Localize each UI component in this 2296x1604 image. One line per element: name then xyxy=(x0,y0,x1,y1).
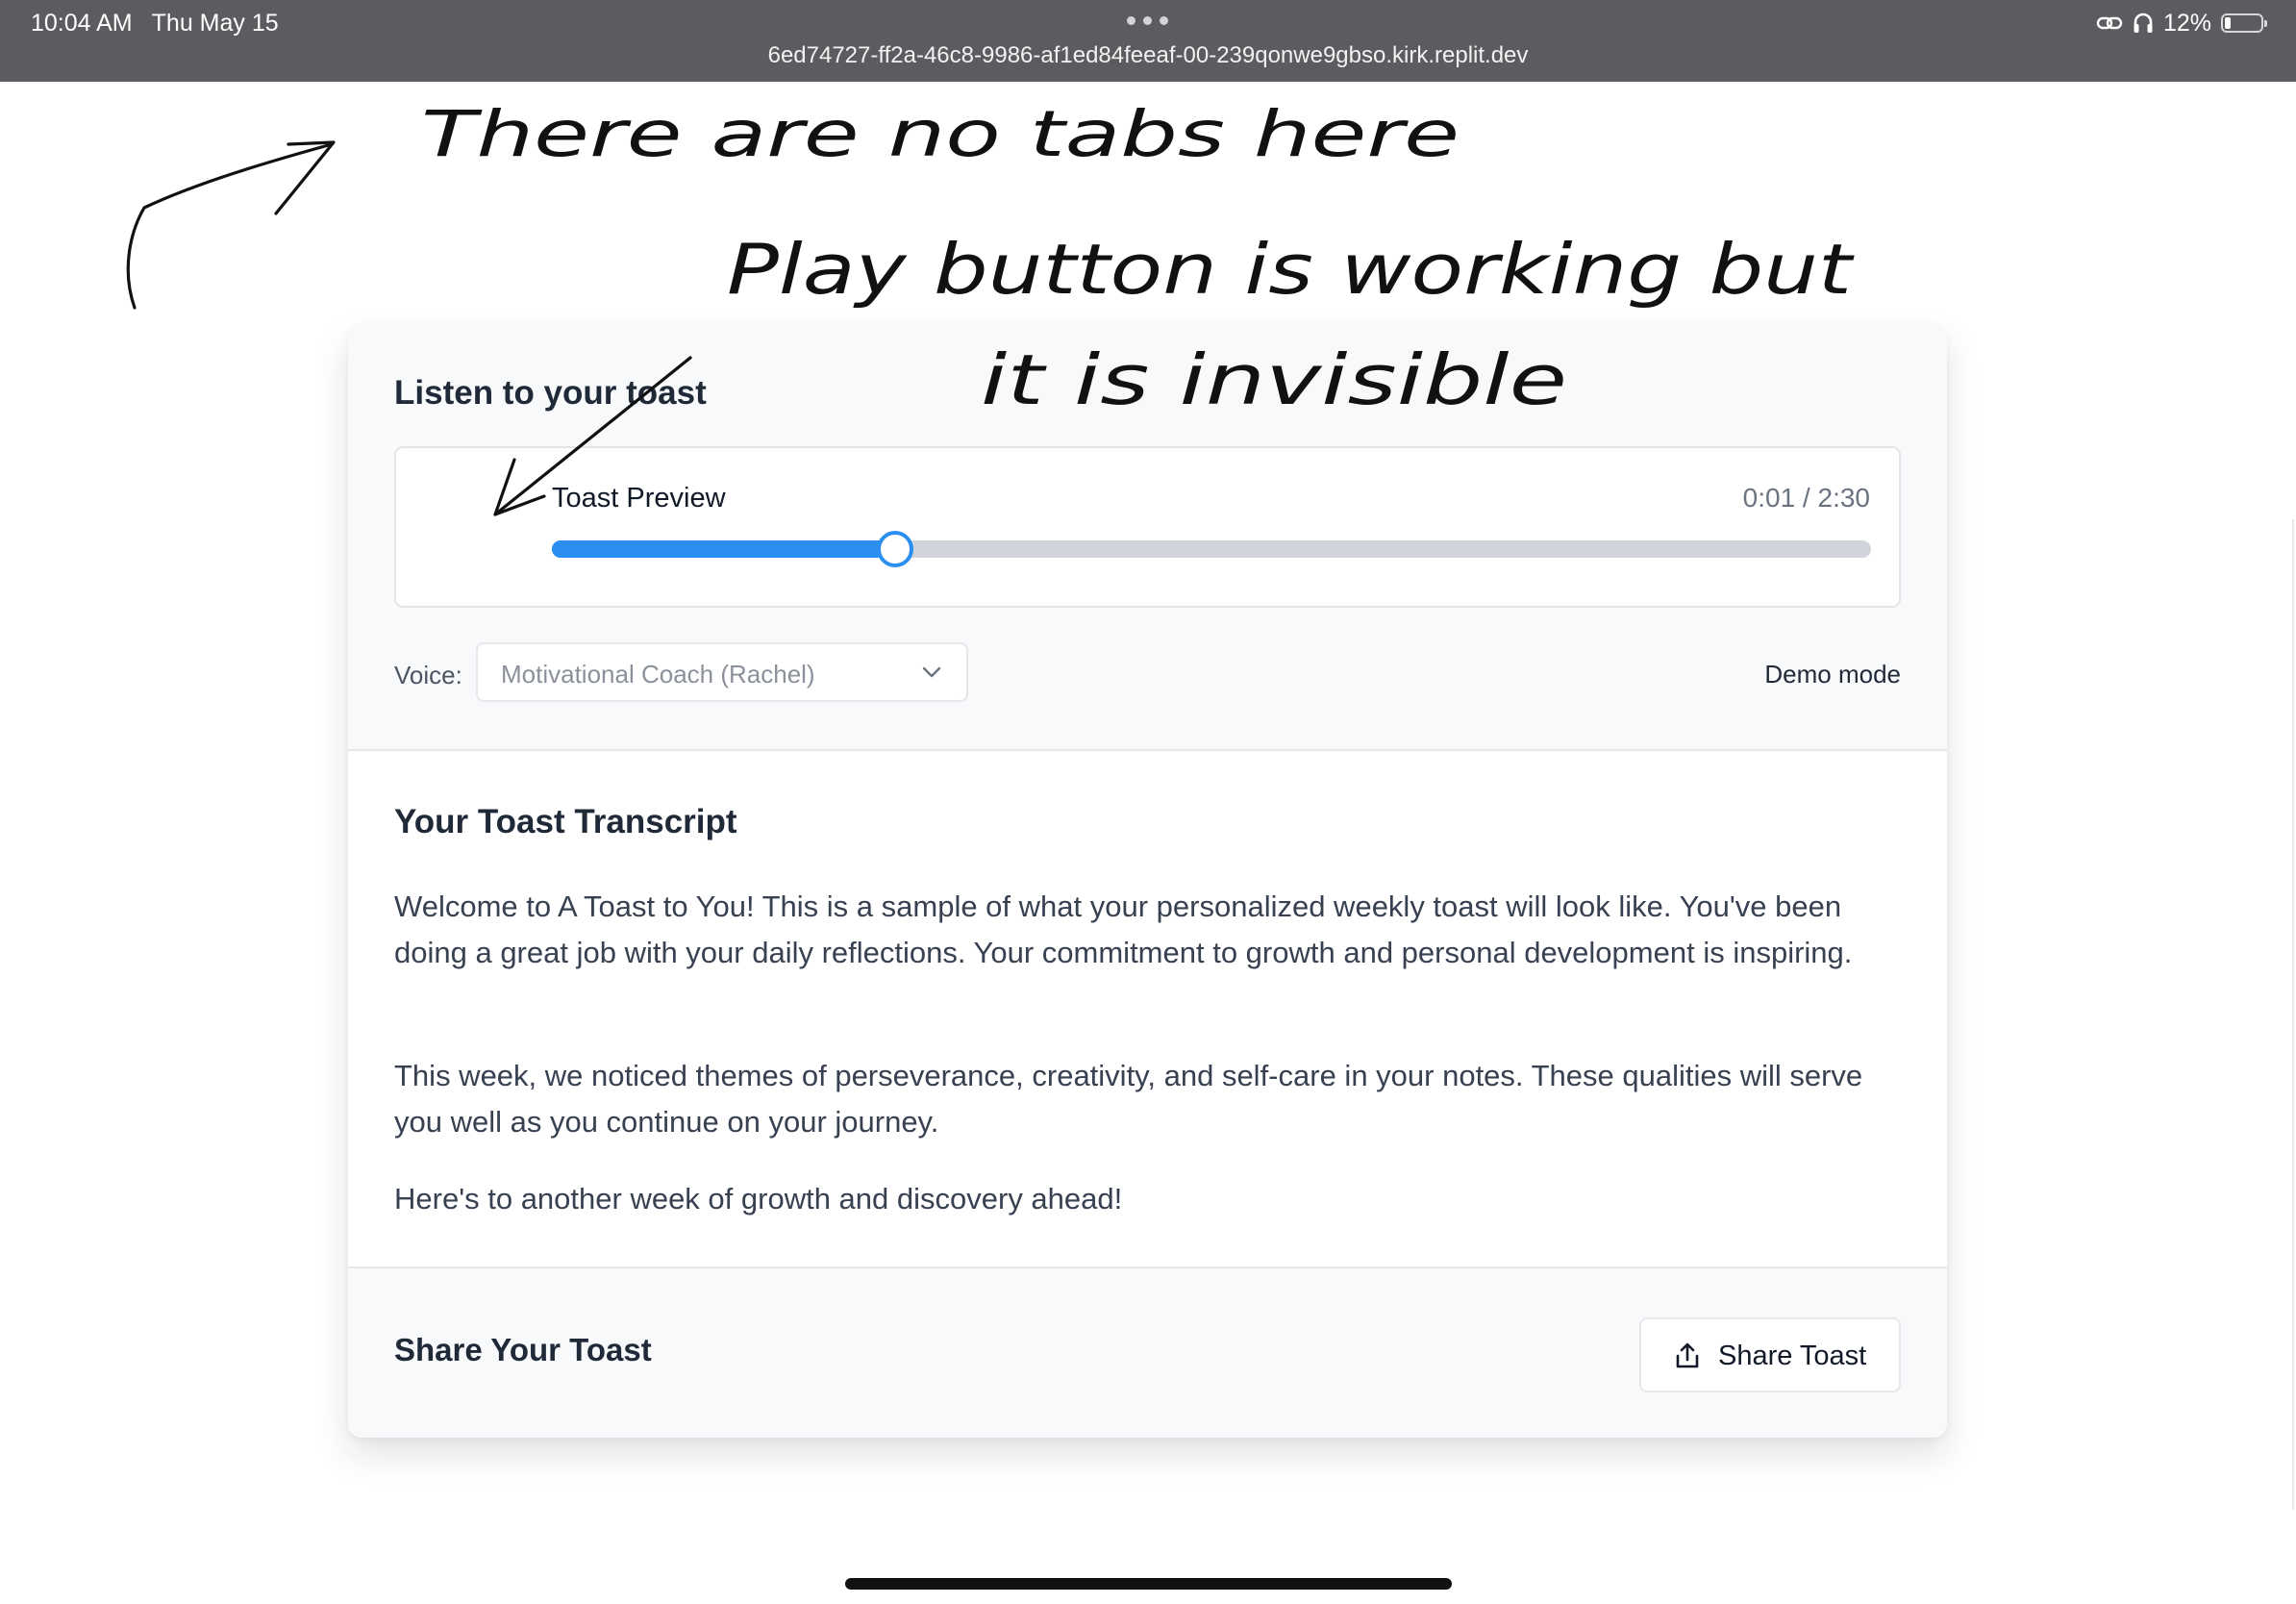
annotation-arrow-up xyxy=(126,142,334,310)
play-button[interactable] xyxy=(419,477,515,573)
headphones-icon xyxy=(2134,13,2153,33)
annotation-note-tabs: There are no tabs here xyxy=(421,97,1460,171)
svg-text:Play button is working but: Play button is working but xyxy=(727,229,1855,310)
status-bar: 10:04 AM Thu May 15 6ed74727-ff2a-46c8-99… xyxy=(0,0,2296,82)
seek-progress xyxy=(552,540,895,558)
voice-label: Voice: xyxy=(394,661,462,689)
share-title: Share Your Toast xyxy=(394,1332,652,1367)
battery-icon xyxy=(2221,13,2267,33)
address-url[interactable]: 6ed74727-ff2a-46c8-9986-af1ed84feeaf-00-… xyxy=(0,41,2296,70)
home-indicator[interactable] xyxy=(845,1578,1452,1590)
seek-thumb[interactable] xyxy=(876,531,913,567)
scroll-edge xyxy=(2292,519,2294,1510)
transcript-title: Your Toast Transcript xyxy=(394,803,737,840)
status-time: 10:04 AM Thu May 15 xyxy=(31,8,279,38)
listen-section: Listen to your toast Toast Preview 0:01 … xyxy=(348,324,1947,751)
voice-select[interactable]: Motivational Coach (Rachel) xyxy=(476,642,968,702)
status-icons: 12% xyxy=(2096,8,2267,38)
share-section: Share Your Toast Share Toast xyxy=(348,1266,1947,1438)
link-icon xyxy=(2096,16,2123,30)
audio-player: Toast Preview 0:01 / 2:30 xyxy=(394,446,1901,608)
more-dots-icon[interactable] xyxy=(1127,16,1169,26)
share-toast-button[interactable]: Share Toast xyxy=(1639,1317,1901,1392)
voice-selected-value: Motivational Coach (Rachel) xyxy=(501,660,815,689)
toast-card: Listen to your toast Toast Preview 0:01 … xyxy=(348,324,1947,1438)
listen-title: Listen to your toast xyxy=(394,374,707,412)
transcript-paragraph: This week, we noticed themes of persever… xyxy=(394,1059,1863,1139)
time-display: 0:01 / 2:30 xyxy=(1742,483,1870,513)
demo-mode-label: Demo mode xyxy=(1764,660,1901,689)
share-button-label: Share Toast xyxy=(1718,1341,1867,1371)
battery-percent: 12% xyxy=(2162,9,2211,37)
clock: 10:04 AM xyxy=(31,10,133,37)
track-title: Toast Preview xyxy=(552,483,726,514)
seek-track xyxy=(552,540,1871,558)
share-icon xyxy=(1676,1342,1699,1368)
date: Thu May 15 xyxy=(151,10,279,37)
chevron-down-icon xyxy=(922,666,941,678)
battery-level xyxy=(2225,17,2232,29)
seek-slider[interactable] xyxy=(552,531,1871,567)
transcript-paragraph: Welcome to A Toast to You! This is a sam… xyxy=(394,890,1853,969)
transcript-paragraph: Here's to another week of growth and dis… xyxy=(394,1182,1123,1216)
